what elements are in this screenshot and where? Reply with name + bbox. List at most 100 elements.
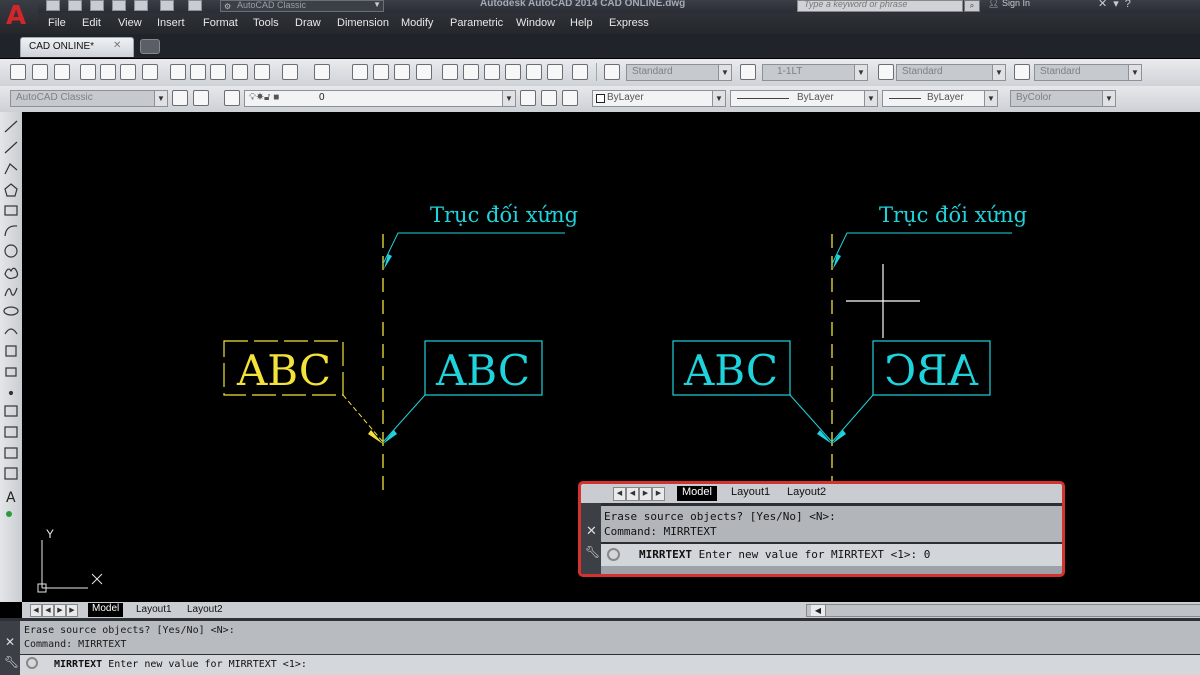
new-tab-button[interactable] bbox=[140, 39, 160, 54]
tab-layout1[interactable]: Layout1 bbox=[136, 604, 172, 618]
undo-icon[interactable] bbox=[282, 64, 298, 80]
plot-icon[interactable] bbox=[134, 0, 148, 11]
cut-icon[interactable] bbox=[170, 64, 186, 80]
open-icon[interactable] bbox=[68, 0, 82, 11]
application-menu-button[interactable]: A bbox=[0, 0, 38, 34]
first-tab-icon[interactable]: ◀ bbox=[30, 604, 42, 617]
color-select[interactable]: ByLayer ▼ bbox=[592, 90, 726, 107]
save-as-icon[interactable] bbox=[112, 0, 126, 11]
customize-icon[interactable] bbox=[193, 90, 209, 106]
region-icon bbox=[4, 447, 18, 459]
mleader-style-icon[interactable] bbox=[1014, 64, 1030, 80]
scroll-left-icon[interactable]: ◀ bbox=[811, 605, 826, 616]
tab-layout2[interactable]: Layout2 bbox=[187, 604, 223, 618]
menu-format[interactable]: Format bbox=[203, 17, 238, 29]
search-input[interactable]: Type a keyword or phrase bbox=[797, 0, 963, 12]
publish-icon[interactable] bbox=[120, 64, 136, 80]
qnew-icon[interactable] bbox=[10, 64, 26, 80]
match-properties-icon[interactable] bbox=[232, 64, 248, 80]
new-icon[interactable] bbox=[46, 0, 60, 11]
spline-icon bbox=[4, 287, 18, 297]
menu-draw[interactable]: Draw bbox=[295, 17, 321, 29]
document-tab-bar bbox=[0, 34, 1200, 58]
workspace-combo[interactable]: AutoCAD Classic ▼ bbox=[10, 90, 168, 107]
design-center-icon[interactable] bbox=[463, 64, 479, 80]
open-icon[interactable] bbox=[32, 64, 48, 80]
next-tab-icon[interactable]: ▶ bbox=[54, 604, 66, 617]
menu-window[interactable]: Window bbox=[516, 17, 555, 29]
save-icon[interactable] bbox=[54, 64, 70, 80]
dim-style-icon[interactable] bbox=[740, 64, 756, 80]
menu-express[interactable]: Express bbox=[609, 17, 649, 29]
quickcalc-icon[interactable] bbox=[547, 64, 563, 80]
leader-arrow-icon bbox=[833, 254, 841, 269]
chevron-down-icon: ▼ bbox=[502, 91, 515, 106]
menu-parametric[interactable]: Parametric bbox=[450, 17, 503, 29]
wrench-icon[interactable]: 🔧︎ bbox=[4, 655, 19, 669]
zoom-previous-icon[interactable] bbox=[416, 64, 432, 80]
zoom-window-icon[interactable] bbox=[394, 64, 410, 80]
info-center-icon[interactable]: ▾ bbox=[1113, 0, 1125, 10]
close-icon[interactable]: ✕ bbox=[5, 635, 15, 649]
text-style-select[interactable]: Standard ▼ bbox=[626, 64, 732, 81]
exchange-icon[interactable]: ✕ bbox=[1098, 0, 1113, 10]
chevron-down-icon: ▼ bbox=[992, 65, 1005, 80]
sheet-set-icon[interactable] bbox=[505, 64, 521, 80]
make-current-layer-icon[interactable] bbox=[520, 90, 536, 106]
layer-select[interactable]: 💡︎☀︎🔓︎ ■ 0 ▼ bbox=[244, 90, 516, 107]
help-icons[interactable]: ✕▾? bbox=[1098, 0, 1137, 10]
markup-icon[interactable] bbox=[526, 64, 542, 80]
mleader-style-select[interactable]: Standard ▼ bbox=[1034, 64, 1142, 81]
save-icon[interactable] bbox=[90, 0, 104, 11]
layer-manager-icon[interactable] bbox=[224, 90, 240, 106]
pan-icon[interactable] bbox=[352, 64, 368, 80]
layer-previous-icon[interactable] bbox=[541, 90, 557, 106]
callout-command-input: MIRRTEXT Enter new value for MIRRTEXT <1… bbox=[601, 544, 1062, 566]
copy-icon[interactable] bbox=[190, 64, 206, 80]
workspace-select[interactable]: ⚙ AutoCAD Classic ▼ bbox=[220, 0, 384, 12]
redo-icon[interactable] bbox=[314, 64, 330, 80]
menu-modify[interactable]: Modify bbox=[401, 17, 433, 29]
tab-model[interactable]: Model bbox=[88, 603, 124, 617]
binoculars-icon[interactable]: ⌕ bbox=[964, 0, 980, 12]
redo-icon[interactable] bbox=[188, 0, 202, 11]
plot-preview-icon[interactable] bbox=[100, 64, 116, 80]
zoom-realtime-icon[interactable] bbox=[373, 64, 389, 80]
menu-insert[interactable]: Insert bbox=[157, 17, 185, 29]
linetype-preview bbox=[737, 98, 789, 99]
prev-tab-icon[interactable]: ◀ bbox=[42, 604, 54, 617]
menu-tools[interactable]: Tools bbox=[253, 17, 279, 29]
linetype-select[interactable]: ByLayer ▼ bbox=[730, 90, 878, 107]
command-recent-icon[interactable] bbox=[26, 657, 38, 669]
table-style-select[interactable]: Standard ▼ bbox=[896, 64, 1006, 81]
workspace-settings-icon[interactable] bbox=[172, 90, 188, 106]
last-tab-icon[interactable]: ▶ bbox=[66, 604, 78, 617]
mirror-leader-right-b bbox=[831, 394, 874, 443]
lineweight-select[interactable]: ByLayer ▼ bbox=[882, 90, 998, 107]
tab-cad-online[interactable]: CAD ONLINE* ✕ bbox=[20, 37, 134, 57]
mirrored-reversed-text: ABC bbox=[884, 346, 979, 395]
menu-dimension[interactable]: Dimension bbox=[337, 17, 389, 29]
sign-in-link[interactable]: 👤︎ Sign In bbox=[988, 0, 1030, 9]
dim-style-select[interactable]: 1-1LT ▼ bbox=[762, 64, 868, 81]
undo-icon[interactable] bbox=[160, 0, 174, 11]
command-input[interactable]: MIRRTEXT Enter new value for MIRRTEXT <1… bbox=[20, 655, 1200, 675]
3d-dwf-icon[interactable] bbox=[142, 64, 158, 80]
menu-edit[interactable]: Edit bbox=[82, 17, 101, 29]
help-icon[interactable]: ? bbox=[1125, 0, 1137, 10]
block-editor-icon[interactable] bbox=[254, 64, 270, 80]
tool-palettes-icon[interactable] bbox=[484, 64, 500, 80]
plot-icon[interactable] bbox=[80, 64, 96, 80]
menu-help[interactable]: Help bbox=[570, 17, 593, 29]
help-icon[interactable] bbox=[572, 64, 588, 80]
menu-view[interactable]: View bbox=[118, 17, 142, 29]
horizontal-scrollbar[interactable]: ◀ bbox=[806, 604, 1200, 617]
layer-states-icon[interactable] bbox=[562, 90, 578, 106]
menu-file[interactable]: File bbox=[48, 17, 66, 29]
paste-icon[interactable] bbox=[210, 64, 226, 80]
properties-icon[interactable] bbox=[442, 64, 458, 80]
close-icon[interactable]: ✕ bbox=[113, 40, 121, 51]
plotstyle-select[interactable]: ByColor ▼ bbox=[1010, 90, 1116, 107]
table-style-icon[interactable] bbox=[878, 64, 894, 80]
text-style-icon[interactable] bbox=[604, 64, 620, 80]
